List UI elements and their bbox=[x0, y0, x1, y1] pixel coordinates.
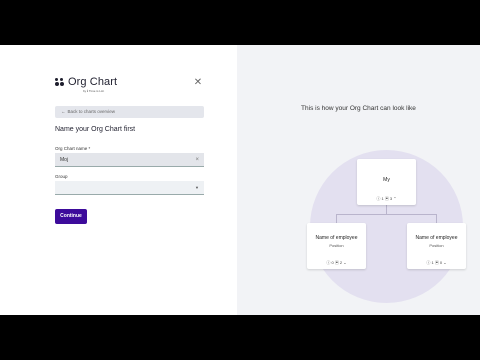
brand-name: Org Chart bbox=[68, 76, 118, 88]
card-position: Position bbox=[329, 243, 344, 248]
org-card-employee: Name of employee Position ⓘ 0 ▣ 2 ⌄ bbox=[307, 223, 366, 269]
form-title: Name your Org Chart first bbox=[55, 126, 136, 133]
card-meta: ⓘ 1 ▣ 0 ⌄ bbox=[426, 260, 447, 265]
preview-panel: This is how your Org Chart can look like… bbox=[237, 45, 480, 315]
card-name: Name of employee bbox=[415, 235, 458, 241]
brand-logo: Org Chart bbox=[55, 76, 117, 88]
org-chart-name-value: Moj bbox=[60, 157, 69, 163]
card-position: Position bbox=[429, 243, 444, 248]
connector-line bbox=[386, 205, 387, 214]
form-panel: Org Chart by ℹ Time is Ltd. ✕ ← Back to c… bbox=[0, 45, 237, 315]
group-select[interactable]: ▼ bbox=[55, 181, 204, 195]
continue-button[interactable]: Continue bbox=[55, 209, 87, 224]
group-label: Group bbox=[55, 174, 68, 179]
preview-title: This is how your Org Chart can look like bbox=[301, 105, 416, 112]
card-meta: ⓘ 1 ▣ 3 ⌃ bbox=[376, 196, 397, 201]
chevron-down-icon: ▼ bbox=[195, 185, 199, 190]
card-name: Name of employee bbox=[315, 235, 358, 241]
clear-icon[interactable]: × bbox=[195, 153, 199, 167]
connector-line bbox=[436, 214, 437, 223]
arrow-left-icon: ← bbox=[61, 109, 66, 114]
app-window: Org Chart by ℹ Time is Ltd. ✕ ← Back to c… bbox=[0, 45, 480, 315]
connector-line bbox=[336, 214, 437, 215]
brand-sub: by ℹ Time is Ltd. bbox=[83, 89, 105, 93]
back-label: Back to charts overview bbox=[67, 109, 116, 114]
name-label: Org Chart name * bbox=[55, 146, 91, 151]
connector-line bbox=[336, 214, 337, 223]
org-card-employee: Name of employee Position ⓘ 1 ▣ 0 ⌄ bbox=[407, 223, 466, 269]
close-icon[interactable]: ✕ bbox=[193, 78, 203, 88]
back-to-charts-button[interactable]: ← Back to charts overview bbox=[55, 106, 204, 118]
org-chart-logo-icon bbox=[55, 78, 64, 86]
card-name: My bbox=[383, 177, 390, 183]
card-meta: ⓘ 0 ▣ 2 ⌄ bbox=[326, 260, 347, 265]
org-chart-name-field[interactable]: Moj × bbox=[55, 153, 204, 167]
org-card-root: My ⓘ 1 ▣ 3 ⌃ bbox=[357, 159, 416, 205]
